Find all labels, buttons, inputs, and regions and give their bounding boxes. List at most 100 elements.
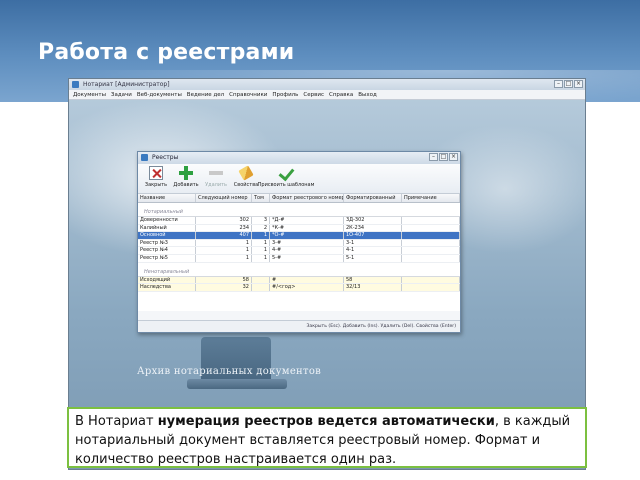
cell-name: Калийный — [138, 224, 196, 232]
cell-next-number: 302 — [196, 217, 252, 224]
maximize-icon[interactable]: □ — [439, 153, 448, 161]
table-row[interactable]: Реестр №4 1 1 4-# 4-1 — [138, 247, 460, 255]
cell-name: Доверенности — [138, 217, 196, 224]
cell-note — [402, 284, 460, 291]
cell-format: 4-# — [270, 247, 344, 254]
cell-volume — [252, 276, 270, 284]
table-row[interactable]: Реестр №5 1 1 5-# 5-1 — [138, 254, 460, 263]
cell-format: # — [270, 276, 344, 284]
caption-box: В Нотариат нумерация реестров ведется ав… — [67, 407, 587, 468]
cell-note — [402, 239, 460, 247]
close-button-label: Закрыть — [144, 182, 168, 188]
registries-window-controls: – □ × — [429, 153, 458, 161]
cell-volume: 1 — [252, 247, 270, 254]
delete-button-label: Удалить — [205, 182, 227, 188]
cell-format: 3-# — [270, 239, 344, 247]
cell-next-number: 234 — [196, 224, 252, 232]
window-controls: – □ × — [554, 80, 583, 88]
menu-item[interactable]: Ведение дел — [187, 90, 224, 99]
cell-formatted: 58 — [344, 276, 402, 284]
table-row[interactable]: Калийный 234 2 *К-# 2К-234 — [138, 224, 460, 233]
assign-templates-button-label: Присвоить шаблонам — [257, 182, 315, 188]
cell-volume — [252, 284, 270, 291]
minimize-icon[interactable]: – — [554, 80, 563, 88]
cell-formatted: 32/13 — [344, 284, 402, 291]
cell-formatted: 3-1 — [344, 239, 402, 247]
cell-next-number: 58 — [196, 276, 252, 284]
grid-header: Название Следующий номер Том Формат реес… — [138, 194, 460, 203]
menu-item[interactable]: Профиль — [272, 90, 298, 99]
column-header-note[interactable]: Примечание — [402, 194, 460, 202]
cell-note — [402, 254, 460, 262]
cell-name: Реестр №3 — [138, 239, 196, 247]
add-button-label: Добавить — [173, 182, 199, 188]
table-row[interactable]: Наследства 32 #/<год> 32/13 — [138, 284, 460, 292]
app-icon — [72, 81, 79, 88]
column-header-volume[interactable]: Том — [252, 194, 270, 202]
column-header-name[interactable]: Название — [138, 194, 196, 202]
cell-next-number: 1 — [196, 254, 252, 262]
cell-formatted: 3Д-302 — [344, 217, 402, 224]
close-window-icon[interactable]: × — [449, 153, 458, 161]
delete-button[interactable]: Удалить — [202, 166, 230, 191]
close-icon — [149, 166, 163, 180]
delete-icon — [209, 166, 223, 180]
registries-toolbar: Закрыть Добавить Удалить Свойства Присво… — [138, 164, 460, 194]
app-menubar: Документы Задачи Веб-документы Ведение дел С… — [69, 90, 585, 100]
menu-item[interactable]: Справка — [329, 90, 353, 99]
column-header-formatted[interactable]: Форматированный — [344, 194, 402, 202]
add-icon — [179, 166, 193, 180]
cell-volume: 1 — [252, 239, 270, 247]
cell-formatted: 4-1 — [344, 247, 402, 254]
cell-name: Реестр №4 — [138, 247, 196, 254]
menu-item[interactable]: Веб-документы — [137, 90, 182, 99]
menu-item[interactable]: Выход — [358, 90, 377, 99]
cell-note — [402, 217, 460, 224]
cell-name: Основной — [138, 232, 196, 239]
cell-format: *О-# — [270, 232, 344, 239]
app-titlebar: Нотариат [Администратор] – □ × — [69, 79, 585, 90]
cell-volume: 1 — [252, 254, 270, 262]
cell-volume: 1 — [252, 232, 270, 239]
group-header: Ненотариальный — [138, 268, 460, 277]
cell-note — [402, 232, 460, 239]
caption-text-start: В Нотариат — [75, 414, 158, 429]
close-window-icon[interactable]: × — [574, 80, 583, 88]
maximize-icon[interactable]: □ — [564, 80, 573, 88]
cell-format: #/<год> — [270, 284, 344, 291]
table-row[interactable]: Основной 407 1 *О-# 1О-407 — [138, 232, 460, 240]
table-row[interactable]: Исходящий 58 #58 — [138, 276, 460, 285]
caption-text-bold: нумерация реестров ведется автоматически — [157, 414, 495, 429]
app-title: Нотариат [Администратор] — [83, 81, 170, 88]
cell-name: Наследства — [138, 284, 196, 291]
menu-item[interactable]: Сервис — [303, 90, 324, 99]
cell-formatted: 2К-234 — [344, 224, 402, 232]
close-button[interactable]: Закрыть — [142, 166, 170, 191]
properties-button[interactable]: Свойства — [232, 165, 260, 191]
archive-label: Архив нотариальных документов — [137, 366, 322, 377]
cell-volume: 2 — [252, 224, 270, 232]
monitor-base — [187, 379, 287, 389]
cell-format: 5-# — [270, 254, 344, 262]
menu-item[interactable]: Справочники — [229, 90, 267, 99]
slide-title: Работа с реестрами — [38, 40, 295, 65]
cell-formatted: 1О-407 — [344, 232, 402, 239]
template-check-icon — [279, 166, 293, 180]
cell-format: *К-# — [270, 224, 344, 232]
cell-next-number: 1 — [196, 247, 252, 254]
registries-icon — [141, 154, 148, 161]
cell-formatted: 5-1 — [344, 254, 402, 262]
cell-name: Реестр №5 — [138, 254, 196, 262]
table-row[interactable]: Доверенности 302 3 *Д-# 3Д-302 — [138, 217, 460, 225]
column-header-format[interactable]: Формат реестрового номера — [270, 194, 344, 202]
menu-item[interactable]: Документы — [73, 90, 106, 99]
menu-item[interactable]: Задачи — [111, 90, 132, 99]
table-row[interactable]: Реестр №3 1 1 3-# 3-1 — [138, 239, 460, 248]
cell-note — [402, 224, 460, 232]
add-button[interactable]: Добавить — [172, 166, 200, 191]
assign-templates-button[interactable]: Присвоить шаблонам — [258, 166, 315, 191]
column-header-next-number[interactable]: Следующий номер — [196, 194, 252, 202]
registries-title: Реестры — [152, 154, 179, 161]
minimize-icon[interactable]: – — [429, 153, 438, 161]
cell-format: *Д-# — [270, 217, 344, 224]
